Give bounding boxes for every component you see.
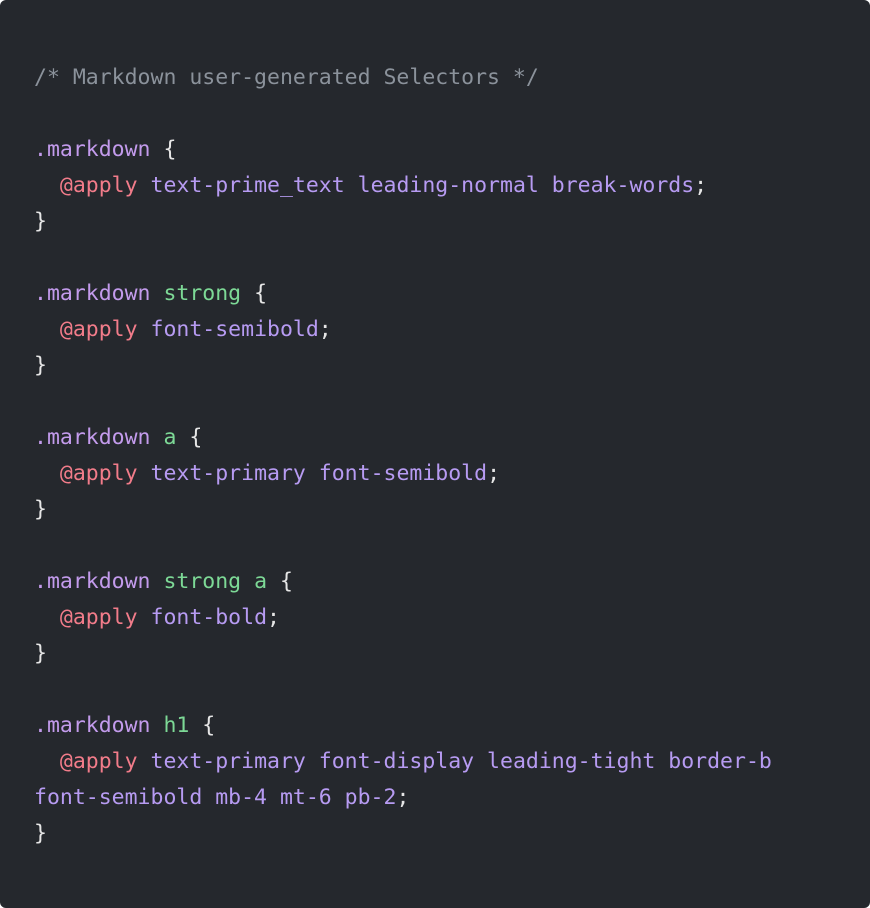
punctuation: } bbox=[34, 209, 47, 234]
punctuation bbox=[151, 425, 164, 450]
punctuation bbox=[138, 749, 151, 774]
at-rule-keyword: @apply bbox=[59, 749, 138, 774]
utility-classes: font-semibold bbox=[150, 317, 319, 342]
code-line: ​ bbox=[34, 672, 836, 708]
code-line: } bbox=[34, 816, 836, 852]
code-block: /* Markdown user-generated Selectors */ ​… bbox=[34, 60, 836, 852]
punctuation bbox=[151, 569, 164, 594]
punctuation bbox=[34, 749, 60, 774]
code-line: .markdown a { bbox=[34, 420, 836, 456]
class-selector: .markdown bbox=[34, 281, 151, 306]
punctuation: { bbox=[267, 569, 293, 594]
punctuation bbox=[241, 569, 254, 594]
at-rule-keyword: @apply bbox=[59, 605, 138, 630]
punctuation bbox=[151, 281, 164, 306]
code-line: ​ bbox=[34, 384, 836, 420]
code-line: ​ bbox=[34, 240, 836, 276]
utility-classes: text-primary font-semibold bbox=[150, 461, 488, 486]
punctuation bbox=[34, 605, 60, 630]
class-selector: .markdown bbox=[34, 569, 151, 594]
punctuation: { bbox=[150, 137, 177, 162]
punctuation: ; bbox=[318, 317, 332, 342]
punctuation bbox=[34, 173, 60, 198]
punctuation: { bbox=[241, 281, 268, 306]
code-line: @apply text-prime_text leading-normal br… bbox=[34, 168, 836, 204]
utility-classes: text-primary font-display leading-tight … bbox=[150, 749, 772, 774]
utility-classes: text-prime_text leading-normal break-wor… bbox=[150, 173, 695, 198]
element-selector: strong bbox=[163, 569, 242, 594]
at-rule-keyword: @apply bbox=[59, 317, 138, 342]
at-rule-keyword: @apply bbox=[59, 461, 138, 486]
punctuation: { bbox=[176, 425, 203, 450]
punctuation: } bbox=[34, 353, 47, 378]
class-selector: .markdown bbox=[34, 713, 151, 738]
punctuation bbox=[138, 605, 151, 630]
punctuation: ; bbox=[694, 173, 708, 198]
code-line: .markdown strong { bbox=[34, 276, 836, 312]
code-line: } bbox=[34, 348, 836, 384]
code-line: } bbox=[34, 636, 836, 672]
punctuation bbox=[34, 317, 60, 342]
code-line: @apply text-primary font-semibold; bbox=[34, 456, 836, 492]
code-line: .markdown strong a { bbox=[34, 564, 836, 600]
class-selector: .markdown bbox=[34, 137, 151, 162]
code-line: } bbox=[34, 204, 836, 240]
code-line: } bbox=[34, 492, 836, 528]
code-line: ​ bbox=[34, 528, 836, 564]
element-selector: a bbox=[254, 569, 268, 594]
punctuation: } bbox=[34, 497, 47, 522]
at-rule-keyword: @apply bbox=[59, 173, 138, 198]
punctuation: ; bbox=[267, 605, 280, 630]
element-selector: h1 bbox=[163, 713, 190, 738]
punctuation bbox=[138, 461, 151, 486]
punctuation bbox=[34, 461, 60, 486]
punctuation bbox=[151, 713, 164, 738]
code-comment: /* Markdown user-generated Selectors */ bbox=[34, 65, 539, 90]
punctuation: ; bbox=[396, 785, 410, 810]
class-selector: .markdown bbox=[34, 425, 151, 450]
code-line: font-semibold mb-4 mt-6 pb-2; bbox=[34, 780, 836, 816]
punctuation: } bbox=[34, 641, 47, 666]
code-line: @apply text-primary font-display leading… bbox=[34, 744, 836, 780]
punctuation: } bbox=[34, 821, 47, 846]
code-line: .markdown h1 { bbox=[34, 708, 836, 744]
punctuation bbox=[138, 317, 151, 342]
code-line: /* Markdown user-generated Selectors */ bbox=[34, 60, 836, 96]
punctuation: ; bbox=[487, 461, 501, 486]
code-line: ​ bbox=[34, 96, 836, 132]
element-selector: a bbox=[163, 425, 177, 450]
utility-classes: font-bold bbox=[150, 605, 268, 630]
utility-classes: font-semibold mb-4 mt-6 pb-2 bbox=[34, 785, 397, 810]
punctuation: { bbox=[189, 713, 216, 738]
code-panel: /* Markdown user-generated Selectors */ ​… bbox=[0, 0, 870, 908]
code-line: .markdown { bbox=[34, 132, 836, 168]
code-line: @apply font-semibold; bbox=[34, 312, 836, 348]
code-line: @apply font-bold; bbox=[34, 600, 836, 636]
punctuation bbox=[138, 173, 151, 198]
element-selector: strong bbox=[163, 281, 242, 306]
